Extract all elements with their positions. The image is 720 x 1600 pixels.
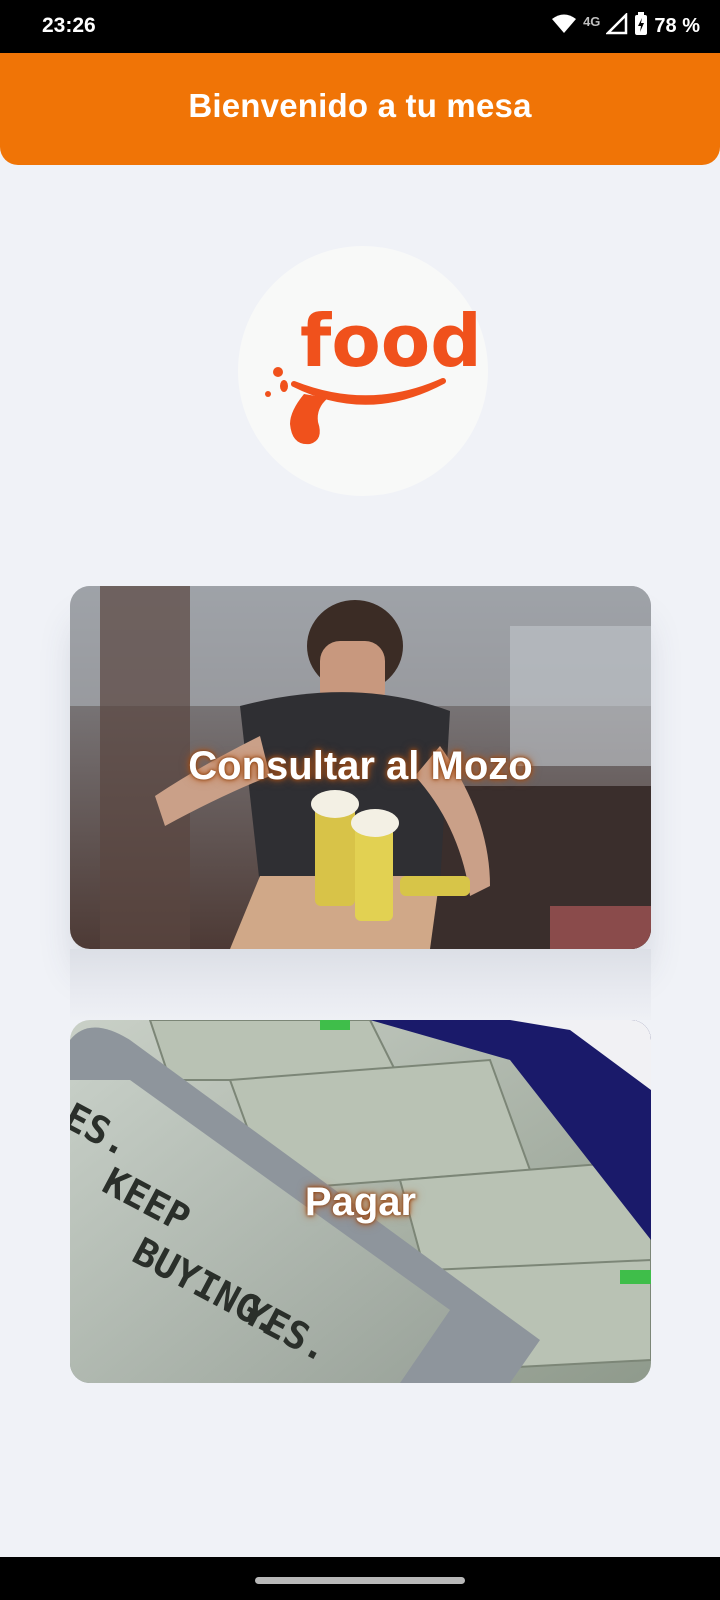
battery-charging-icon [634,11,648,41]
battery-percent: 78 % [654,14,700,37]
food-logo: food [238,246,488,496]
navigation-bar [0,1557,720,1600]
home-indicator[interactable] [255,1577,465,1584]
consultar-mozo-card[interactable]: Consultar al Mozo [70,586,651,949]
status-time: 23:26 [42,14,96,37]
logo-text: food [300,299,482,383]
wifi-icon [551,13,577,40]
pagar-card[interactable]: ES. KEEP BUYING. YES. Pagar [70,1020,651,1383]
page-title: Bienvenido a tu mesa [188,87,532,124]
status-icons: 4G 78 % [551,11,700,41]
card-shadow [70,949,651,1020]
network-type: 4G [583,13,601,29]
status-bar: 23:26 4G 78 % [0,0,720,53]
consultar-mozo-label: Consultar al Mozo [188,744,533,788]
pagar-label: Pagar [304,1180,417,1224]
signal-icon [605,11,628,40]
app-header: Bienvenido a tu mesa [0,53,720,165]
